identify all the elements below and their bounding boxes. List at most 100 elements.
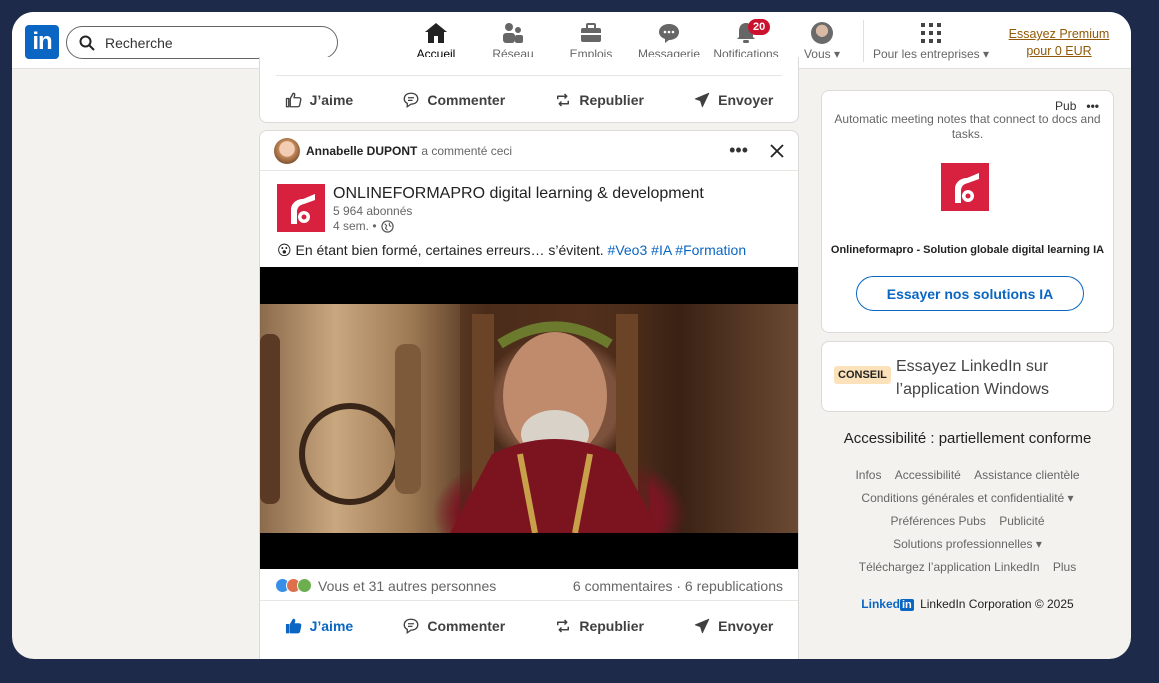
emoji: 😮 (277, 242, 292, 258)
post-age: 4 sem. • (333, 219, 394, 233)
company-logo[interactable] (941, 163, 989, 211)
send-label: Envoyer (718, 618, 774, 634)
like-button[interactable]: J’aime (275, 611, 364, 641)
comment-icon (403, 92, 419, 109)
ad-card: Pub ••• Automatic meeting notes that con… (821, 90, 1114, 333)
hashtag[interactable]: #IA (651, 242, 671, 258)
avatar[interactable] (274, 137, 300, 164)
close-icon[interactable] (770, 143, 784, 158)
accessibility-status[interactable]: Accessibilité : partiellement conforme (821, 430, 1114, 447)
send-icon (694, 618, 710, 634)
chevron-down-icon: ▾ (983, 47, 990, 61)
more-options-icon[interactable]: ••• (1086, 99, 1099, 113)
post-context-header: Annabelle DUPONT a commenté ceci ••• (260, 131, 798, 171)
video-frame (260, 304, 798, 534)
comment-icon (403, 618, 419, 635)
comment-label: Commenter (427, 618, 506, 634)
company-logo-mark (291, 194, 315, 224)
send-icon (694, 92, 710, 108)
repost-label: Republier (579, 618, 644, 634)
home-icon (425, 23, 447, 43)
commenter-action: a commenté ceci (421, 143, 513, 158)
tip-text[interactable]: Essayez LinkedIn sur l’application Windo… (896, 355, 1096, 401)
search-box[interactable] (66, 26, 338, 59)
footer-link[interactable]: Solutions professionnelles ▾ (893, 537, 1042, 551)
tip-card[interactable]: CONSEIL Essayez LinkedIn sur l’applicati… (821, 341, 1114, 412)
repost-button[interactable]: Republier (544, 85, 654, 115)
nav-business[interactable]: Pour les entreprises ▾ (870, 20, 992, 66)
post-card: Annabelle DUPONT a commenté ceci ••• ONL… (259, 130, 799, 659)
footer-link[interactable]: Préférences Pubs (890, 514, 985, 528)
messaging-icon (659, 24, 679, 43)
nav-divider (863, 20, 864, 62)
post-body: En étant bien formé, certaines erreurs… … (295, 242, 604, 258)
footer-links: Infos Accessibilité Assistance clientèle… (821, 468, 1114, 583)
company-logo[interactable] (277, 184, 325, 232)
avatar-icon (811, 22, 833, 44)
hashtag[interactable]: #Veo3 (608, 242, 648, 258)
nav-me-label: Vous (803, 47, 831, 61)
linkedin-wordmark-box: in (899, 599, 914, 611)
globe-icon (380, 219, 394, 233)
briefcase-icon (581, 23, 601, 42)
tip-badge: CONSEIL (834, 366, 891, 384)
previous-post-card: J’aime Commenter Republier Envoyer (259, 57, 799, 123)
send-button[interactable]: Envoyer (683, 611, 783, 641)
support-reaction-icon (297, 578, 312, 593)
footer-link[interactable]: Conditions générales et confidentialité … (861, 491, 1073, 505)
repost-icon (557, 93, 570, 107)
ad-tagline: Automatic meeting notes that connect to … (834, 112, 1101, 141)
commenter-name[interactable]: Annabelle DUPONT (306, 144, 417, 158)
comment-button[interactable]: Commenter (392, 85, 515, 115)
previous-post-actions: J’aime Commenter Republier Envoyer (260, 76, 798, 124)
grid-icon (921, 23, 941, 43)
chevron-down-icon: ▾ (834, 47, 841, 61)
post-stats: Vous et 31 autres personnes 6 commentair… (260, 571, 798, 601)
thumbs-up-icon (285, 618, 301, 634)
ad-cta-button[interactable]: Essayer nos solutions IA (856, 276, 1084, 311)
footer-link[interactable]: Plus (1053, 560, 1076, 574)
like-label: J’aime (309, 92, 354, 108)
nav-me[interactable]: Vous ▾ (794, 20, 850, 66)
post-age-text: 4 sem. • (333, 219, 377, 233)
linkedin-logo[interactable]: in (25, 25, 59, 59)
footer-link[interactable]: Infos (855, 468, 881, 482)
more-options-icon[interactable]: ••• (729, 140, 748, 161)
send-button[interactable]: Envoyer (683, 85, 783, 115)
comment-button[interactable]: Commenter (392, 611, 515, 641)
search-input[interactable] (105, 34, 305, 51)
company-logo-mark (955, 173, 979, 203)
footer-link[interactable]: Assistance clientèle (974, 468, 1079, 482)
like-button[interactable]: J’aime (275, 85, 364, 115)
app-window: in Accueil Réseau Emplois Messagerie 20 … (12, 12, 1131, 659)
ad-label: Pub (1055, 99, 1077, 113)
footer-link[interactable]: Téléchargez l’application LinkedIn (859, 560, 1040, 574)
repost-label: Republier (579, 92, 644, 108)
copyright-text: LinkedIn Corporation © 2025 (920, 597, 1074, 611)
video-still (260, 304, 660, 534)
repost-icon (557, 619, 570, 633)
network-icon (503, 23, 523, 43)
comments-reposts-count[interactable]: 6 commentaires · 6 republications (573, 578, 783, 594)
followers-count: 5 964 abonnés (333, 204, 413, 218)
footer-link[interactable]: Publicité (999, 514, 1044, 528)
ad-title[interactable]: Onlineformapro - Solution globale digita… (822, 244, 1113, 256)
linkedin-wordmark: Linked (861, 597, 900, 611)
company-name[interactable]: ONLINEFORMAPRO digital learning & develo… (333, 185, 704, 203)
notifications-badge: 20 (748, 19, 771, 35)
ad-header: Pub ••• (1055, 99, 1099, 113)
post-text: 😮 En étant bien formé, certaines erreurs… (277, 242, 746, 259)
reaction-icons[interactable] (275, 578, 312, 593)
footer-link[interactable]: Accessibilité (895, 468, 961, 482)
hashtag[interactable]: #Formation (675, 242, 746, 258)
comment-label: Commenter (427, 92, 506, 108)
copyright: Linked in LinkedIn Corporation © 2025 (821, 597, 1114, 611)
post-actions: J’aime Commenter Republier Envoyer (260, 602, 798, 650)
send-label: Envoyer (718, 92, 774, 108)
video-player[interactable] (260, 267, 798, 569)
reactions-text[interactable]: Vous et 31 autres personnes (318, 578, 496, 594)
repost-button[interactable]: Republier (544, 611, 654, 641)
premium-link[interactable]: Essayez Premium pour 0 EUR (997, 26, 1121, 60)
thumbs-up-icon (285, 92, 302, 108)
search-icon (79, 35, 95, 51)
